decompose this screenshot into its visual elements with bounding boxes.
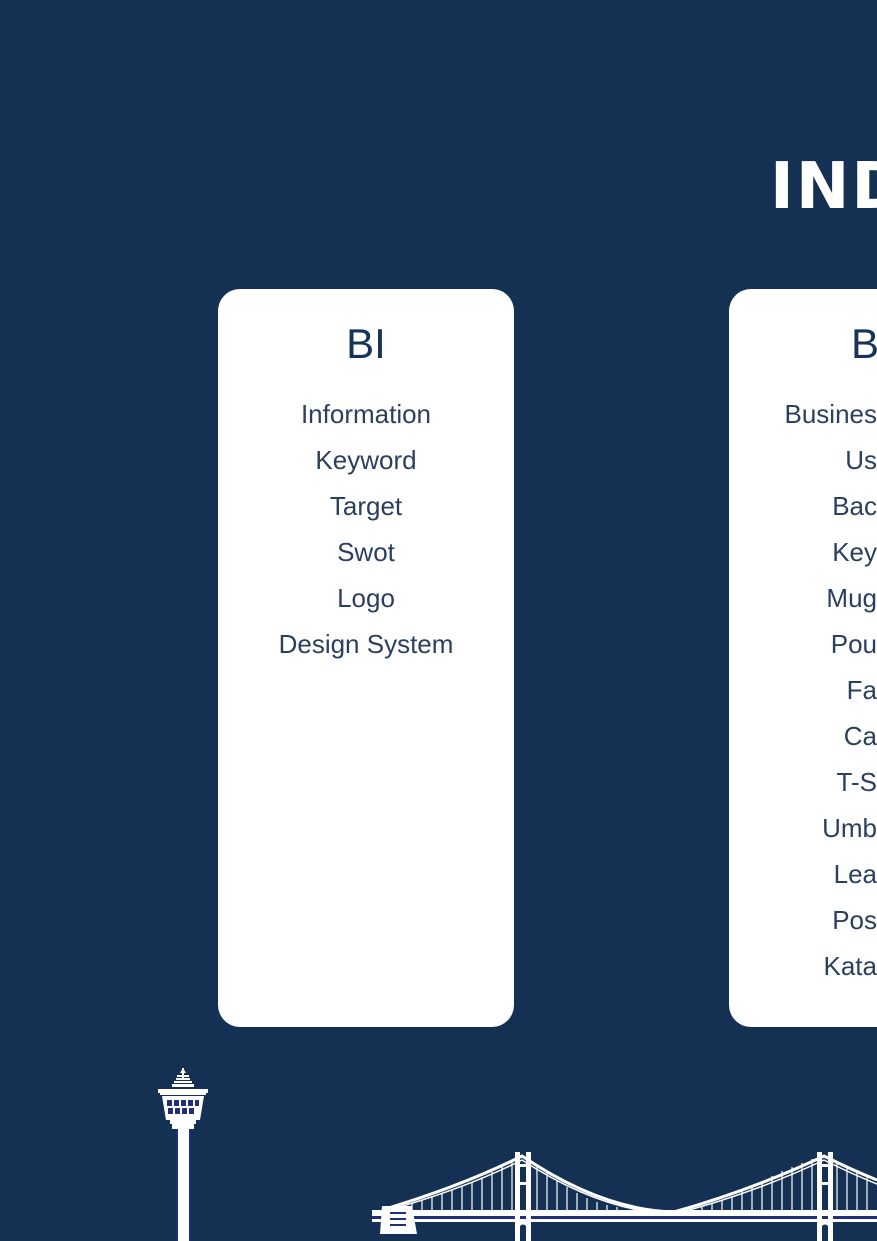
card-item: Target xyxy=(329,491,403,521)
card-item: Keyword xyxy=(315,445,417,475)
card-item-list: Information Keyword Target Swot Logo Des… xyxy=(218,395,514,671)
card-item: Pos xyxy=(832,905,877,935)
tower-illustration xyxy=(158,1068,208,1241)
card-item: Ca xyxy=(843,721,877,751)
card-item: Fa xyxy=(846,675,877,705)
card-item: Design System xyxy=(278,629,454,659)
card-item-list: Busines Us Bac Key Mug Pou Fa Ca T-S Umb… xyxy=(729,395,877,993)
card-item: Us xyxy=(845,445,877,475)
card-item: Logo xyxy=(337,583,395,613)
card-item: Lea xyxy=(833,859,877,889)
card-item: Swot xyxy=(337,537,395,567)
card-item: Key xyxy=(832,537,877,567)
b-card: B Busines Us Bac Key Mug Pou Fa Ca T-S U… xyxy=(729,289,877,1027)
page-title: IND xyxy=(770,150,877,224)
card-heading: BI xyxy=(346,320,386,367)
index-page: IND BI Information Keyword Target Swot L… xyxy=(0,0,877,1241)
card-item: Bac xyxy=(832,491,877,521)
bi-card: BI Information Keyword Target Swot Logo … xyxy=(218,289,514,1027)
card-item: Busines xyxy=(784,399,877,429)
card-heading: B xyxy=(851,320,877,367)
card-item: Pou xyxy=(830,629,877,659)
card-item: Information xyxy=(300,399,432,429)
card-item: T-S xyxy=(836,767,877,797)
bridge-illustration xyxy=(372,1152,877,1241)
card-item: Umb xyxy=(822,813,877,843)
card-item: Mug xyxy=(826,583,877,613)
card-item: Kata xyxy=(823,951,877,981)
